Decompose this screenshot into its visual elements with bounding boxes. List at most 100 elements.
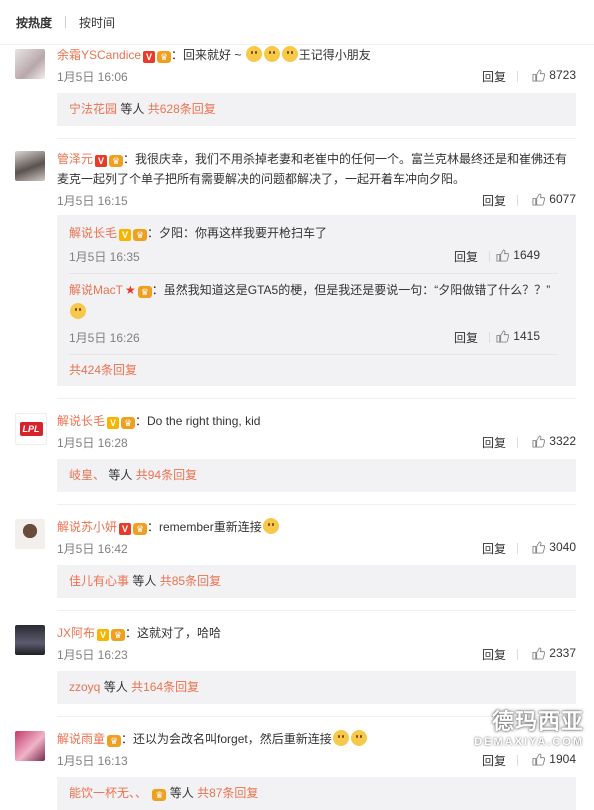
like-button[interactable]: 3322 [532,434,576,448]
tab-sort-time[interactable]: 按时间 [79,14,115,31]
sub-replies: zzoyq 等人 共164条回复 [57,671,576,704]
comment-meta: 1月5日 16:28 回复 3322 [57,431,576,453]
like-button[interactable]: 1415 [496,329,540,343]
vip-crown-icon: ♛ [121,417,136,429]
sub-replies: 解说长毛 V ♛ ：夕阳：你再这样我要开枪扫车了 1月5日 16:35 回复 1649… [57,215,576,386]
nested-reply-content: ：夕阳：你再这样我要开枪扫车了 [147,226,328,240]
comment-meta: 1月5日 16:23 回复 2337 [57,643,576,665]
like-button[interactable]: 3040 [532,540,576,554]
comment-text: ：remember重新连接 [147,520,262,534]
like-button[interactable]: 1649 [496,248,540,262]
watermark-cn: 德玛西亚 [491,710,584,735]
meta-divider [517,649,518,660]
reply-button[interactable]: 回复 [482,192,506,209]
thumbs-up-icon [496,329,510,343]
comment-item: LPL 解说长毛 V ♛ ：Do the right thing, kid 1月5日 … [0,399,594,505]
comment-time: 1月5日 16:28 [57,436,128,450]
like-count: 2337 [549,646,576,660]
comment-text-line: 管泽元 V ♛ ：我很庆幸，我们不用杀掉老妻和老崔中的任何一个。富兰克林最终还是和崔佛… [57,149,576,189]
more-replies-link[interactable]: 共424条回复 [69,363,137,377]
sub-replies: 能饮一杯无、、 ♛ 等人 共87条回复 [57,777,576,810]
avatar[interactable] [15,151,45,181]
verified-icon: V [107,417,120,429]
sub-reply-count-link[interactable]: 共94条回复 [136,468,197,482]
sub-reply-user[interactable]: 宁法花园 [69,102,117,116]
like-button[interactable]: 2337 [532,646,576,660]
reply-button[interactable]: 回复 [454,329,478,346]
comment-meta: 1月5日 16:13 回复 1904 [57,749,576,771]
verified-icon: V [143,51,156,63]
reply-button[interactable]: 回复 [482,646,506,663]
reply-button[interactable]: 回复 [482,434,506,451]
comment-text: ：回来就好 ~ [171,48,245,62]
avatar[interactable] [15,49,45,79]
reply-button[interactable]: 回复 [482,752,506,769]
meta-divider [517,755,518,766]
verified-icon: V [95,155,108,167]
comment-meta: 1月5日 16:42 回复 3040 [57,537,576,559]
avatar[interactable] [15,519,45,549]
like-button[interactable]: 8723 [532,68,576,82]
vip-crown-icon: ♛ [107,735,122,747]
vip-crown-icon: ♛ [109,155,124,167]
vip-crown-icon: ♛ [133,229,148,241]
comment-text-line: 余霜YSCandice V ♛ ：回来就好 ~ 王记得小朋友 [57,45,576,65]
sub-reply-user[interactable]: zzoyq [69,680,100,694]
nested-reply-time: 1月5日 16:35 [69,250,140,264]
smile-emoji-icon [281,46,298,62]
thumbs-up-icon [532,434,546,448]
nested-reply-user[interactable]: 解说长毛 [69,226,117,240]
nested-reply-time: 1月5日 16:26 [69,331,140,345]
avatar[interactable]: LPL [15,413,47,445]
comment-time: 1月5日 16:06 [57,70,128,84]
emoji-icon [262,518,279,534]
sub-replies: 岐皇、 等人 共94条回复 [57,459,576,492]
sub-reply-user[interactable]: 岐皇、 [69,468,105,482]
comment-text: ：我很庆幸，我们不用杀掉老妻和老崔中的任何一个。富兰克林最终还是和崔佛还有麦克一… [57,152,568,186]
nested-reply-text: 解说长毛 V ♛ ：夕阳：你再这样我要开枪扫车了 [69,219,558,243]
comment-username[interactable]: JX阿布 [57,626,95,640]
comment-time: 1月5日 16:15 [57,194,128,208]
avatar[interactable] [15,625,45,655]
sub-reply-tail: 等人 [120,102,145,116]
sub-reply-count-link[interactable]: 共87条回复 [197,786,258,800]
comment-item: 解说苏小妍 V ♛ ：remember重新连接 1月5日 16:42 回复 3040 … [0,505,594,611]
sub-replies: 佳儿有心事 等人 共85条回复 [57,565,576,598]
vip-crown-icon: ♛ [157,51,172,63]
meta-divider [489,332,490,343]
like-count: 3040 [549,540,576,554]
sub-reply-tail: 等人 [103,680,128,694]
sub-reply-tail: 等人 [108,468,133,482]
sub-reply-user[interactable]: 佳儿有心事 [69,574,129,588]
thumbs-up-icon [496,248,510,262]
nested-reply: 解说长毛 V ♛ ：夕阳：你再这样我要开枪扫车了 1月5日 16:35 回复 1649 [69,215,558,274]
reply-button[interactable]: 回复 [482,540,506,557]
emoji-icon [350,730,367,746]
like-button[interactable]: 6077 [532,192,576,206]
comment-username[interactable]: 解说苏小妍 [57,520,117,534]
tab-divider [65,16,67,28]
vip-crown-icon: ♛ [137,286,152,298]
sub-reply-user[interactable]: 能饮一杯无、、 [69,786,147,800]
thumbs-up-icon [532,540,546,554]
like-count: 1649 [513,248,540,262]
thumbs-up-icon [532,68,546,82]
sub-reply-count-link[interactable]: 共85条回复 [160,574,221,588]
reply-button[interactable]: 回复 [482,68,506,85]
nested-reply-user[interactable]: 解说MacT [69,283,123,297]
comment-username[interactable]: 余霜YSCandice [57,48,141,62]
avatar[interactable] [15,731,45,761]
sub-reply-count-link[interactable]: 共164条回复 [131,680,199,694]
like-count: 8723 [549,68,576,82]
sub-reply-tail: 等人 [132,574,157,588]
comment-username[interactable]: 管泽元 [57,152,93,166]
comment-username[interactable]: 解说长毛 [57,414,105,428]
emoji-icon [332,730,349,746]
sub-reply-count-link[interactable]: 共628条回复 [148,102,216,116]
sort-tabs: 按热度 按时间 [0,0,594,45]
tab-sort-hot[interactable]: 按热度 [16,14,52,31]
reply-button[interactable]: 回复 [454,248,478,265]
like-button[interactable]: 1904 [532,752,576,766]
comment-username[interactable]: 解说雨童 [57,732,105,746]
nested-reply-meta: 1月5日 16:35 回复 1649 [69,245,558,267]
